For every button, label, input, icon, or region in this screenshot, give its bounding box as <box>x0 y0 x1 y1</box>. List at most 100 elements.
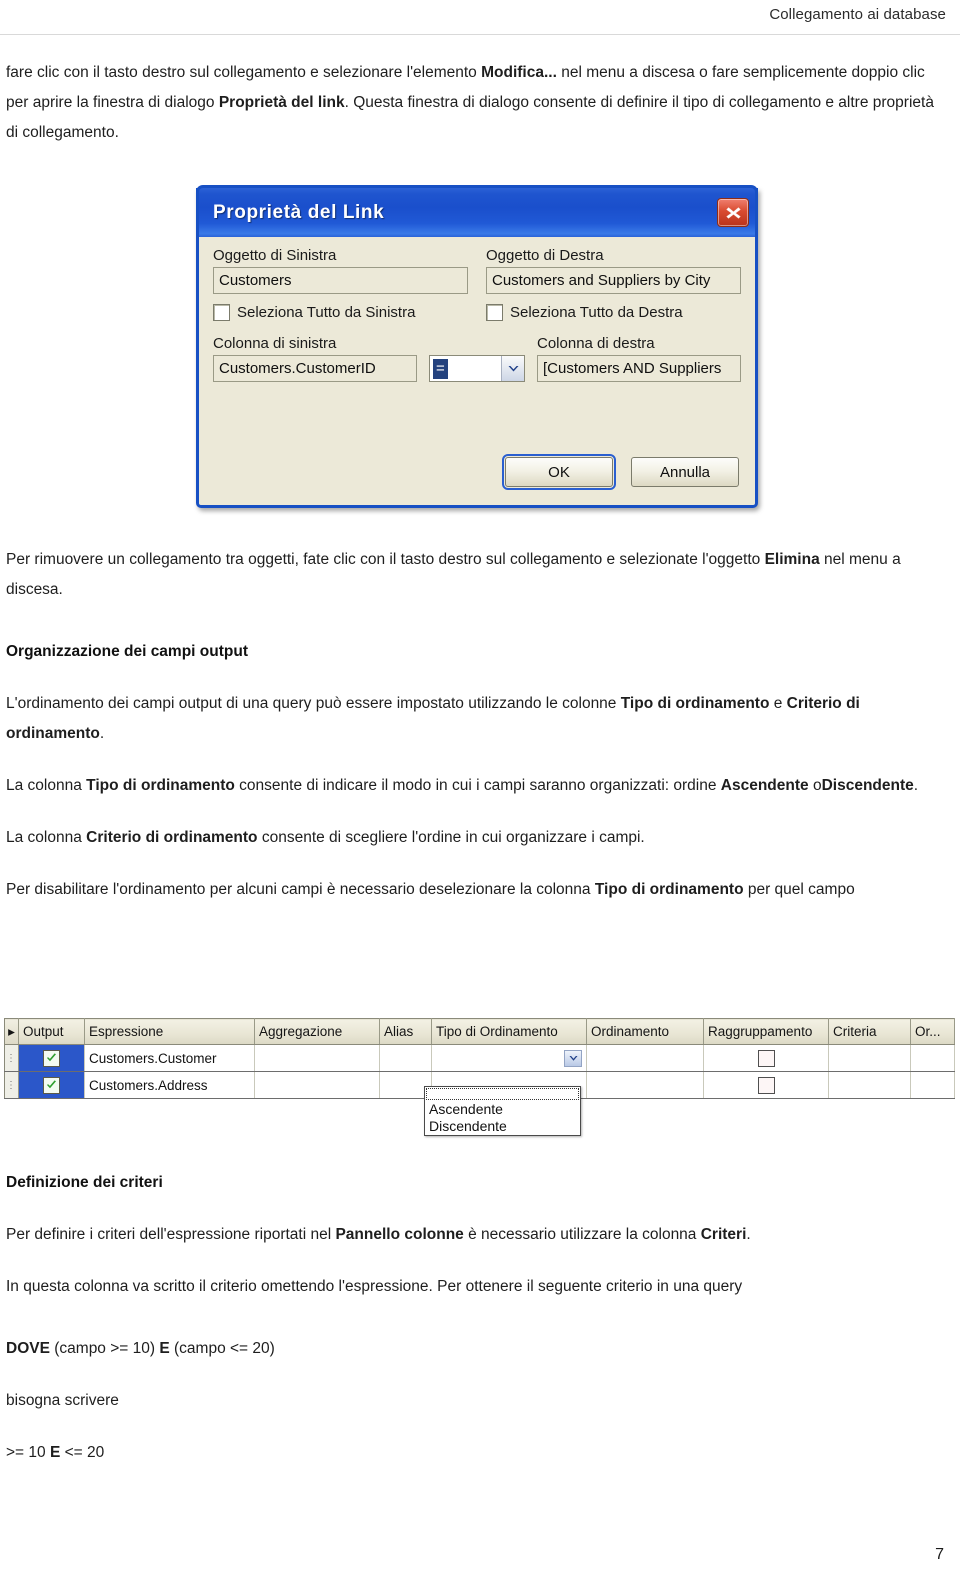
grid-header-aggregazione[interactable]: Aggregazione <box>254 1018 380 1045</box>
cell-aggregazione[interactable] <box>254 1044 380 1072</box>
grid-header-or[interactable]: Or... <box>910 1018 955 1045</box>
select-all-left-row[interactable]: Seleziona Tutto da Sinistra <box>213 304 468 321</box>
paragraph-pannello-colonne: Per definire i criteri dell'espressione … <box>6 1220 950 1250</box>
check-icon[interactable] <box>43 1076 60 1094</box>
cell-or[interactable] <box>910 1044 955 1072</box>
cell-ordinamento[interactable] <box>586 1044 704 1072</box>
operator-combobox[interactable]: = <box>429 355 525 382</box>
raggruppamento-checkbox[interactable] <box>757 1076 775 1094</box>
grid-header-row: ▸ Output Espressione Aggregazione Alias … <box>4 1018 955 1045</box>
select-all-left-label: Seleziona Tutto da Sinistra <box>237 304 416 321</box>
cell-aggregazione[interactable] <box>254 1071 380 1099</box>
grid-header-ordinamento[interactable]: Ordinamento <box>586 1018 704 1045</box>
paragraph-tipo-ordinamento: La colonna Tipo di ordinamento consente … <box>6 771 950 801</box>
close-icon[interactable] <box>717 198 749 227</box>
left-column-field[interactable]: Customers.CustomerID <box>213 355 417 382</box>
cell-ordinamento[interactable] <box>586 1071 704 1099</box>
cell-alias[interactable] <box>379 1044 432 1072</box>
heading-definizione-criteri: Definizione dei criteri <box>6 1174 163 1191</box>
left-object-group: Oggetto di Sinistra Customers Seleziona … <box>213 247 468 321</box>
right-column-label: Colonna di destra <box>537 335 655 352</box>
dove-text-1: (campo >= 10) <box>49 1340 160 1357</box>
crit-bold-1: Criterio di ordinamento <box>86 829 258 846</box>
elimina-text-1: Per rimuovere un collegamento tra oggett… <box>6 551 765 568</box>
dis-bold-1: Tipo di ordinamento <box>594 881 744 898</box>
dialog-body: Oggetto di Sinistra Customers Seleziona … <box>199 237 755 505</box>
pan-bold-1: Pannello colonne <box>335 1226 464 1243</box>
dove-text-2: (campo <= 20) <box>169 1340 275 1357</box>
right-column-group: Colonna di destra [Customers AND Supplie… <box>537 335 741 382</box>
paragraph-criterio-result: >= 10 E <= 20 <box>6 1438 950 1468</box>
pan-text-1: Per definire i criteri dell'espressione … <box>6 1226 336 1243</box>
chevron-down-icon[interactable] <box>564 1049 582 1067</box>
left-object-value: Customers <box>219 272 292 289</box>
sort-type-dropdown-list[interactable]: Ascendente Discendente <box>424 1086 581 1136</box>
grid-header-output[interactable]: Output <box>18 1018 85 1045</box>
cell-or[interactable] <box>910 1071 955 1099</box>
dialog-titlebar[interactable]: Proprietà del Link <box>196 185 758 237</box>
ord-text-1: L'ordinamento dei campi output di una qu… <box>6 695 621 712</box>
cell-raggruppamento[interactable] <box>703 1044 829 1072</box>
right-object-value: Customers and Suppliers by City <box>492 272 711 289</box>
dialog-title: Proprietà del Link <box>213 201 385 223</box>
row-handle[interactable]: ⋮ <box>4 1044 19 1072</box>
left-column-label: Colonna di sinistra <box>213 335 337 352</box>
right-object-field[interactable]: Customers and Suppliers by City <box>486 267 741 294</box>
columns-row: Colonna di sinistra Customers.CustomerID… <box>213 335 741 382</box>
select-all-left-checkbox[interactable] <box>213 304 230 321</box>
cell-espressione[interactable]: Customers.Customer <box>84 1044 255 1072</box>
heading-organizzazione: Organizzazione dei campi output <box>6 643 248 660</box>
dropdown-option-ascendente[interactable]: Ascendente <box>425 1101 580 1118</box>
right-column-value: [Customers AND Suppliers <box>543 360 722 377</box>
page-number: 7 <box>935 1546 944 1563</box>
grid-header-raggruppamento[interactable]: Raggruppamento <box>703 1018 829 1045</box>
row-selector-header: ▸ <box>4 1018 19 1045</box>
query-columns-grid-screenshot: ▸ Output Espressione Aggregazione Alias … <box>4 1018 955 1136</box>
operator-value: = <box>433 358 448 379</box>
pan-text-2: è necessario utilizzare la colonna <box>463 1226 701 1243</box>
running-header-text: Collegamento ai database <box>769 6 946 23</box>
cell-output-checkbox[interactable] <box>18 1071 85 1099</box>
grid-header-criteria[interactable]: Criteria <box>828 1018 911 1045</box>
grid-header-tipo-ordinamento[interactable]: Tipo di Ordinamento <box>431 1018 587 1045</box>
dropdown-option-empty[interactable] <box>425 1087 580 1101</box>
row-handle[interactable]: ⋮ <box>4 1071 19 1099</box>
select-all-right-label: Seleziona Tutto da Destra <box>510 304 683 321</box>
cell-espressione[interactable]: Customers.Address <box>84 1071 255 1099</box>
cancel-button[interactable]: Annulla <box>631 457 739 487</box>
tipo-text-2: consente di indicare il modo in cui i ca… <box>234 777 721 794</box>
left-object-field[interactable]: Customers <box>213 267 468 294</box>
dropdown-option-discendente[interactable]: Discendente <box>425 1118 580 1135</box>
pan-bold-2: Criteri <box>700 1226 747 1243</box>
cell-tipo-ordinamento[interactable] <box>431 1044 587 1072</box>
check-icon[interactable] <box>43 1049 60 1067</box>
dove-bold: DOVE <box>6 1340 50 1357</box>
raggruppamento-checkbox[interactable] <box>757 1049 775 1067</box>
tipo-text-4: . <box>913 777 919 794</box>
grid-header-alias[interactable]: Alias <box>379 1018 432 1045</box>
ord-bold-1: Tipo di ordinamento <box>620 695 770 712</box>
ord-text-2: e <box>769 695 787 712</box>
cell-criteria[interactable] <box>828 1044 911 1072</box>
paragraph-elimina: Per rimuovere un collegamento tra oggett… <box>6 545 950 605</box>
result-bold: E <box>49 1444 61 1461</box>
table-row[interactable]: ⋮ Customers.Customer <box>4 1044 955 1072</box>
dis-text-2: per quel campo <box>743 881 855 898</box>
intro-bold-proprieta: Proprietà del link <box>218 94 345 111</box>
cell-output-checkbox[interactable] <box>18 1044 85 1072</box>
ok-button[interactable]: OK <box>502 454 616 490</box>
select-all-right-row[interactable]: Seleziona Tutto da Destra <box>486 304 741 321</box>
document-body-middle: Per rimuovere un collegamento tra oggett… <box>6 545 950 927</box>
cell-raggruppamento[interactable] <box>703 1071 829 1099</box>
result-text-2: <= 20 <box>60 1444 105 1461</box>
operator-value-wrap: = <box>430 358 501 379</box>
grid-header-espressione[interactable]: Espressione <box>84 1018 255 1045</box>
left-object-label: Oggetto di Sinistra <box>213 247 337 264</box>
select-all-right-checkbox[interactable] <box>486 304 503 321</box>
left-column-value: Customers.CustomerID <box>219 360 376 377</box>
cell-criteria[interactable] <box>828 1071 911 1099</box>
right-column-field[interactable]: [Customers AND Suppliers <box>537 355 741 382</box>
link-properties-dialog-screenshot: Proprietà del Link Oggetto di Sinistra C… <box>196 185 758 508</box>
tipo-bold-discendente: Discendente <box>821 777 914 794</box>
chevron-down-icon[interactable] <box>501 356 524 381</box>
